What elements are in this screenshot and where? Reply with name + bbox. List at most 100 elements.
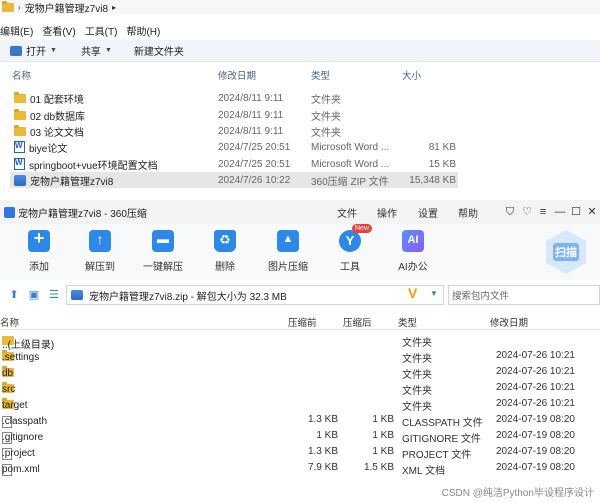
new-folder-button[interactable]: 新建文件夹 <box>124 43 192 58</box>
file-row[interactable]: springboot+vue环境配置文档 2024/7/25 20:51 Mic… <box>10 156 458 172</box>
tools-label: 工具 <box>340 262 360 273</box>
file-size: 15 KB <box>428 158 456 170</box>
explorer-column-header: 名称 修改日期 类型 大小 <box>0 66 600 84</box>
delete-button[interactable]: 删除 <box>197 230 253 273</box>
view-icon[interactable]: ▣ <box>28 289 40 301</box>
menu-icon[interactable]: ≡ <box>536 205 550 219</box>
archive-path-field[interactable]: 宠物户籍管理z7vi8.zip - 解包大小为 32.3 MB <box>66 285 444 305</box>
menu-tools[interactable]: 工具(T) <box>85 23 127 38</box>
menu-edit[interactable]: 编辑(E) <box>0 23 42 38</box>
tools-button[interactable]: 工具 <box>322 230 378 273</box>
column-size-after[interactable]: 压缩后 <box>343 315 372 329</box>
tools-icon <box>339 230 361 252</box>
chevron-down-icon[interactable]: ▼ <box>430 289 438 298</box>
add-label: 添加 <box>29 262 49 273</box>
list-view-icon[interactable]: ☰ <box>48 289 60 301</box>
menu-operation[interactable]: 操作 <box>377 205 397 220</box>
file-date: 2024/7/26 10:22 <box>218 174 291 186</box>
file-date: 2024/7/25 20:51 <box>218 141 291 153</box>
menu-help[interactable]: 帮助 <box>458 205 478 220</box>
entry-date: 2024-07-26 10:21 <box>496 398 575 409</box>
zip-window: 宠物户籍管理z7vi8 - 360压缩 文件 操作 设置 帮助 ⛉ ♡ ≡ — … <box>0 200 600 503</box>
window-title: 宠物户籍管理z7vi8 - 360压缩 <box>18 208 147 220</box>
file-name: 02 db数据库 <box>30 111 86 123</box>
search-input[interactable]: 搜索包内文件 <box>448 285 600 305</box>
trash-icon <box>214 230 236 252</box>
menu-view[interactable]: 查看(V) <box>42 23 84 38</box>
archive-row[interactable]: .gitignore 1 KB 1 KB GITIGNORE 文件 2024-0… <box>0 428 600 445</box>
column-type[interactable]: 类型 <box>311 68 330 82</box>
folder-icon <box>14 108 26 120</box>
entry-date: 2024-07-19 08:20 <box>496 462 575 473</box>
close-icon[interactable]: ✕ <box>585 205 599 219</box>
up-arrow-icon[interactable]: ⬆ <box>8 289 20 301</box>
archive-row[interactable]: .settings 文件夹 2024-07-26 10:21 <box>0 348 600 365</box>
archive-path-text: 宠物户籍管理z7vi8.zip - 解包大小为 32.3 MB <box>89 291 287 303</box>
open-button[interactable]: 打开 ▼ <box>10 43 65 58</box>
file-row[interactable]: 02 db数据库 2024/8/11 9:11 文件夹 <box>10 107 458 123</box>
column-type[interactable]: 类型 <box>398 315 417 329</box>
entry-type: 文件夹 <box>402 338 432 349</box>
one-click-extract-icon <box>152 230 174 252</box>
column-name[interactable]: 名称 <box>12 68 31 82</box>
archive-row[interactable]: .classpath 1.3 KB 1 KB CLASSPATH 文件 2024… <box>0 412 600 429</box>
entry-name: target <box>2 400 28 411</box>
archive-row[interactable]: target 文件夹 2024-07-26 10:21 <box>0 396 600 413</box>
file-row-selected[interactable]: 宠物户籍管理z7vi8 2024/7/26 10:22 360压缩 ZIP 文件… <box>10 172 458 188</box>
column-size[interactable]: 大小 <box>402 68 421 82</box>
delete-label: 删除 <box>215 262 235 273</box>
file-row[interactable]: biye论文 2024/7/25 20:51 Microsoft Word ..… <box>10 139 458 155</box>
entry-type: XML 文档 <box>402 466 445 477</box>
image-compress-button[interactable]: 图片压缩 <box>260 230 316 273</box>
archive-row[interactable]: pom.xml 7.9 KB 1.5 KB XML 文档 2024-07-19 … <box>0 460 600 477</box>
archive-row[interactable]: db 文件夹 2024-07-26 10:21 <box>0 364 600 381</box>
breadcrumb[interactable]: 宠物户籍管理z7vi8 <box>25 0 108 15</box>
v-icon[interactable]: V <box>408 285 417 301</box>
menu-settings[interactable]: 设置 <box>418 205 438 220</box>
share-label: 共享 <box>80 47 101 58</box>
one-click-extract-button[interactable]: 一键解压 <box>135 230 191 273</box>
word-document-icon <box>14 158 25 170</box>
extract-label: 解压到 <box>85 262 115 273</box>
ai-office-button[interactable]: AI办公 <box>385 230 441 273</box>
file-name: 03 论文文档 <box>30 127 84 139</box>
entry-type: 文件夹 <box>402 386 432 397</box>
one-click-extract-label: 一键解压 <box>143 262 183 273</box>
feedback-icon[interactable]: ♡ <box>520 205 534 219</box>
archive-row[interactable]: .project 1.3 KB 1 KB PROJECT 文件 2024-07-… <box>0 444 600 461</box>
entry-size-after: 1 KB <box>372 414 394 425</box>
zip-address-bar: ⬆ ▣ ☰ 宠物户籍管理z7vi8.zip - 解包大小为 32.3 MB V … <box>0 284 600 306</box>
file-type: Microsoft Word ... <box>311 158 390 170</box>
minimize-icon[interactable]: — <box>553 205 567 219</box>
archive-row[interactable]: src 文件夹 2024-07-26 10:21 <box>0 380 600 397</box>
new-badge: New <box>352 224 373 233</box>
column-date[interactable]: 修改日期 <box>218 68 256 82</box>
file-name: biye论文 <box>29 143 68 155</box>
menu-help[interactable]: 帮助(H) <box>126 23 169 38</box>
archive-row-parent[interactable]: ..(上级目录) 文件夹 <box>0 332 600 351</box>
zip-archive-icon <box>14 174 26 186</box>
file-row[interactable]: 03 论文文档 2024/8/11 9:11 文件夹 <box>10 123 458 139</box>
shirt-skin-icon[interactable]: ⛉ <box>503 205 517 219</box>
file-row[interactable]: 01 配套环境 2024/8/11 9:11 文件夹 <box>10 90 458 106</box>
add-button[interactable]: 添加 <box>11 228 67 273</box>
menu-file[interactable]: 文件 <box>337 205 357 220</box>
file-name: 宠物户籍管理z7vi8 <box>30 176 114 188</box>
entry-type: CLASSPATH 文件 <box>402 418 483 429</box>
search-placeholder: 搜索包内文件 <box>452 291 510 302</box>
maximize-icon[interactable]: ☐ <box>569 205 583 219</box>
column-name[interactable]: 名称 <box>0 315 19 329</box>
scan-button[interactable]: 扫描 <box>546 230 586 274</box>
extract-to-button[interactable]: 解压到 <box>72 230 128 273</box>
image-compress-label: 图片压缩 <box>268 262 308 273</box>
entry-name: db <box>2 368 14 379</box>
chevron-right-icon[interactable]: ▸ <box>112 3 116 12</box>
explorer-toolbar: 打开 ▼ 共享 ▼ 新建文件夹 <box>0 40 600 62</box>
open-label: 打开 <box>26 47 46 58</box>
entry-name: src <box>2 384 16 395</box>
column-date[interactable]: 修改日期 <box>490 315 528 329</box>
ai-office-label: AI办公 <box>398 262 428 273</box>
column-size-before[interactable]: 压缩前 <box>288 315 317 329</box>
share-button[interactable]: 共享 ▼ <box>69 43 120 58</box>
app-logo-icon <box>4 206 15 218</box>
